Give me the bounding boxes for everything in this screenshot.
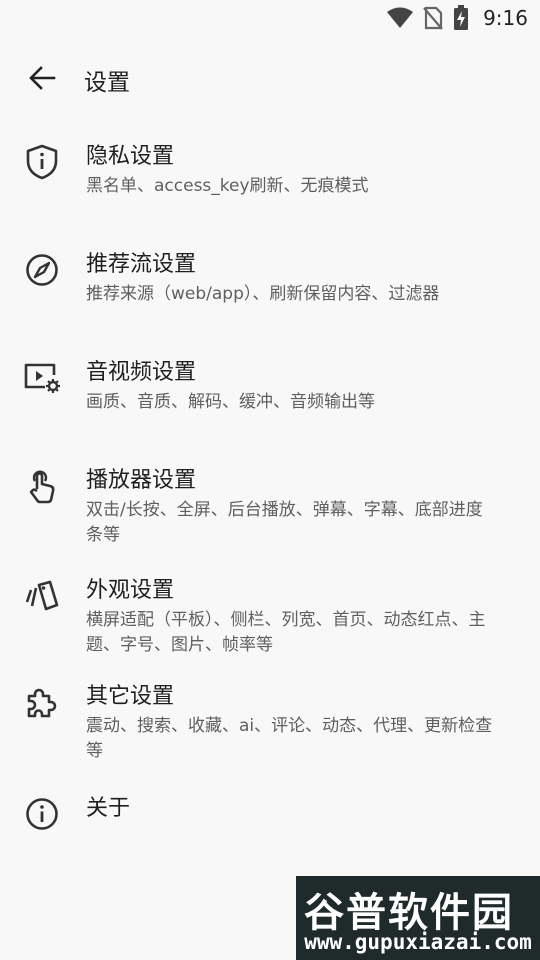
watermark-logo: 谷普软件园 www.gupuxiazai.com xyxy=(296,876,540,960)
style-icon xyxy=(22,576,62,616)
shield-info-icon xyxy=(22,142,62,182)
setting-title: 隐私设置 xyxy=(86,144,175,169)
setting-subtitle: 黑名单、access_key刷新、无痕模式 xyxy=(86,176,369,196)
setting-title: 播放器设置 xyxy=(86,468,197,493)
setting-media[interactable]: 音视频设置 画质、音质、解码、缓冲、音频输出等 xyxy=(0,358,540,415)
setting-player[interactable]: 播放器设置 双击/长按、全屏、后台播放、弹幕、字幕、底部进度条等 xyxy=(0,466,540,548)
setting-title: 推荐流设置 xyxy=(86,252,197,277)
setting-subtitle: 双击/长按、全屏、后台播放、弹幕、字幕、底部进度条等 xyxy=(86,500,483,545)
battery-charging-icon xyxy=(453,5,469,31)
extension-icon xyxy=(22,682,62,722)
back-button[interactable] xyxy=(14,52,70,108)
no-sim-icon xyxy=(423,6,443,30)
setting-subtitle: 震动、搜索、收藏、ai、评论、动态、代理、更新检查等 xyxy=(86,716,493,761)
watermark-url: www.gupuxiazai.com xyxy=(304,930,532,954)
setting-subtitle: 画质、音质、解码、缓冲、音频输出等 xyxy=(86,392,375,412)
page-title: 设置 xyxy=(84,70,130,96)
app-bar: 设置 xyxy=(0,48,540,112)
touch-icon xyxy=(22,466,62,506)
setting-privacy[interactable]: 隐私设置 黑名单、access_key刷新、无痕模式 xyxy=(0,142,540,199)
wifi-icon xyxy=(387,7,414,29)
status-bar: 9:16 xyxy=(0,0,540,36)
setting-subtitle: 横屏适配（平板）、侧栏、列宽、首页、动态红点、主题、字号、图片、帧率等 xyxy=(86,610,486,655)
info-icon xyxy=(22,794,62,834)
setting-about[interactable]: 关于 xyxy=(0,794,540,834)
compass-icon xyxy=(22,250,62,290)
setting-title: 其它设置 xyxy=(86,684,175,709)
video-settings-icon xyxy=(22,358,62,398)
status-time: 9:16 xyxy=(483,6,528,30)
setting-other[interactable]: 其它设置 震动、搜索、收藏、ai、评论、动态、代理、更新检查等 xyxy=(0,682,540,764)
setting-title: 外观设置 xyxy=(86,578,175,603)
setting-title: 音视频设置 xyxy=(86,360,197,385)
setting-title: 关于 xyxy=(86,796,131,821)
setting-feed[interactable]: 推荐流设置 推荐来源（web/app）、刷新保留内容、过滤器 xyxy=(0,250,540,307)
setting-subtitle: 推荐来源（web/app）、刷新保留内容、过滤器 xyxy=(86,284,440,304)
arrow-back-icon xyxy=(28,64,56,96)
setting-appearance[interactable]: 外观设置 横屏适配（平板）、侧栏、列宽、首页、动态红点、主题、字号、图片、帧率等 xyxy=(0,576,540,658)
